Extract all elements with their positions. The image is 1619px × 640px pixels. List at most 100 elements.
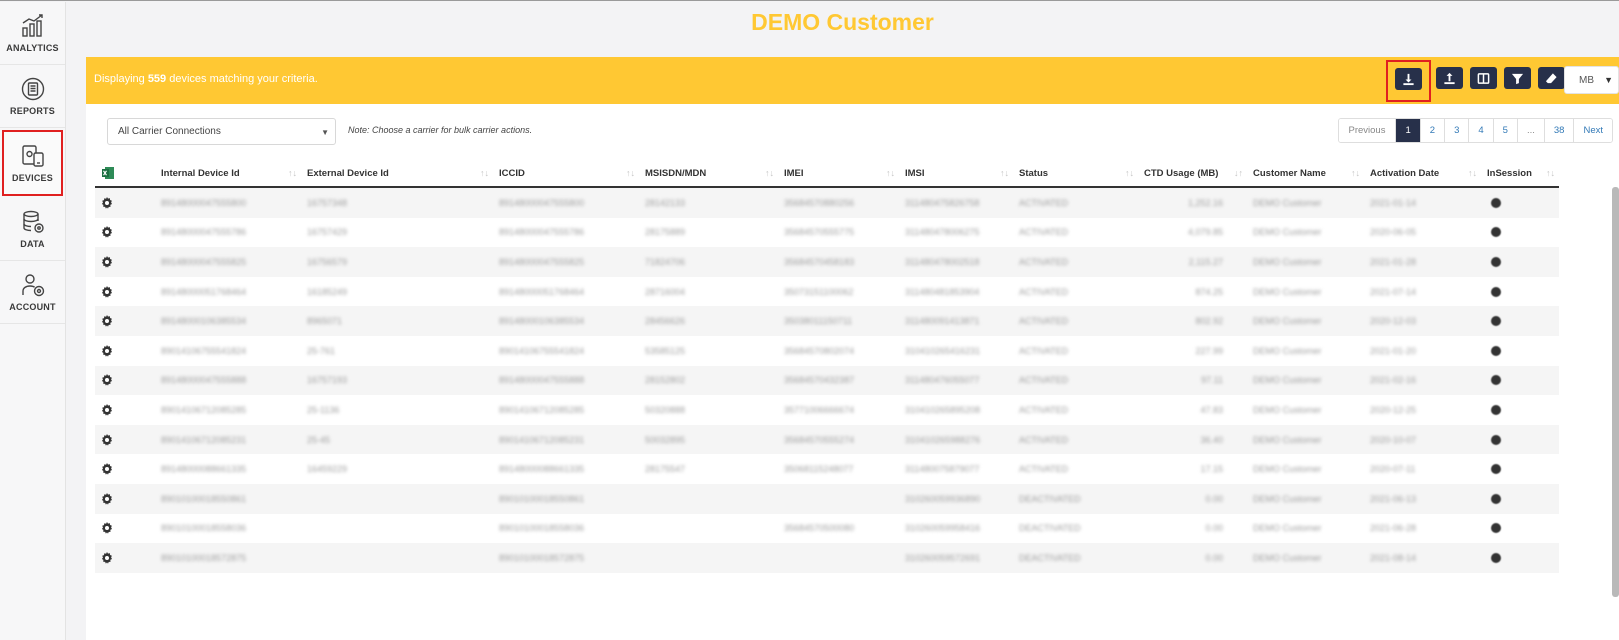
table-cell: 35771006666674: [784, 404, 855, 415]
pagination-page[interactable]: 5: [1493, 119, 1518, 142]
gear-icon[interactable]: [95, 226, 155, 238]
pagination-previous[interactable]: Previous: [1338, 119, 1397, 142]
gear-icon[interactable]: [95, 403, 155, 416]
sort-icon[interactable]: ↑↓: [1468, 168, 1477, 178]
sort-icon[interactable]: ↓↑: [1234, 168, 1243, 178]
table-cell: 89148000088661335: [499, 464, 585, 475]
gear-icon[interactable]: [95, 374, 155, 386]
pagination-page[interactable]: 2: [1420, 119, 1446, 142]
column-header[interactable]: InSession ↑↓: [1481, 159, 1559, 187]
excel-export-icon[interactable]: [95, 159, 155, 187]
column-header[interactable]: External Device Id ↑↓: [301, 159, 493, 187]
sidebar-item-analytics[interactable]: ANALYTICS: [0, 2, 65, 65]
filter-button[interactable]: [1504, 67, 1531, 89]
table-cell: DEMO Customer: [1253, 197, 1322, 208]
table-cell: 2020-12-25: [1370, 404, 1417, 415]
table-cell: 89148000047555786: [499, 227, 585, 238]
pagination-page[interactable]: 3: [1445, 119, 1470, 142]
table-row[interactable]: 89010100018572875 89010100018572875 310260…: [95, 543, 1559, 573]
gear-icon[interactable]: [95, 344, 155, 357]
gear-icon[interactable]: [95, 285, 155, 298]
table-row[interactable]: 89148000106385534 8965071 8914800010638553…: [95, 306, 1559, 336]
column-header[interactable]: IMEI ↑↓: [778, 159, 899, 187]
chart-icon: [21, 14, 43, 37]
table-row[interactable]: 89148000047555800 16757348 891480000475558…: [95, 188, 1559, 218]
gear-icon[interactable]: [95, 433, 155, 446]
table-cell: 35038011150711: [784, 316, 853, 327]
table-cell: DEMO Customer: [1253, 552, 1322, 563]
table-cell: 25-1136: [307, 404, 340, 415]
sort-icon[interactable]: ↑↓: [1546, 168, 1555, 178]
eraser-icon: [1545, 72, 1557, 83]
table-cell: 310260059572691: [905, 552, 981, 563]
carrier-select[interactable]: All Carrier Connections ▼: [107, 118, 336, 145]
gear-icon[interactable]: [95, 255, 155, 268]
table-cell: 2021-01-28: [1370, 256, 1417, 267]
table-cell: 35684570555274: [784, 434, 855, 445]
table-row[interactable]: 89014106712085285 25-1136 8901410671208528…: [95, 395, 1559, 425]
gear-icon[interactable]: [95, 492, 155, 505]
page-title: DEMO Customer: [751, 9, 934, 35]
insession-cell: [1481, 316, 1559, 327]
pagination-page[interactable]: 38: [1544, 119, 1575, 142]
gear-icon[interactable]: [95, 551, 155, 564]
session-status-dot: [1491, 316, 1501, 327]
gear-icon[interactable]: [95, 522, 155, 534]
columns-button[interactable]: [1470, 67, 1497, 89]
units-select[interactable]: MB ▼: [1564, 66, 1619, 94]
gear-icon[interactable]: [95, 196, 155, 209]
table-cell: 89014106712085231: [499, 434, 585, 445]
column-header[interactable]: Activation Date ↑↓: [1364, 159, 1481, 187]
download-button[interactable]: [1395, 68, 1422, 90]
insession-cell: [1481, 404, 1559, 415]
sort-icon[interactable]: ↑↓: [288, 168, 297, 178]
sidebar-item-devices[interactable]: DEVICES: [2, 130, 63, 196]
table-cell: 310410265988276: [905, 434, 981, 445]
sort-icon[interactable]: ↑↓: [1000, 168, 1009, 178]
column-header[interactable]: MSISDN/MDN ↑↓: [639, 159, 778, 187]
table-row[interactable]: 89148000088661335 16459229 891480000886613…: [95, 454, 1559, 484]
column-header[interactable]: Internal Device Id ↑↓: [155, 159, 301, 187]
vertical-scrollbar[interactable]: [1612, 187, 1619, 597]
gear-icon[interactable]: [95, 463, 155, 475]
sort-icon[interactable]: ↑↓: [886, 168, 895, 178]
clear-filters-button[interactable]: [1538, 67, 1565, 89]
column-header[interactable]: IMSI ↑↓: [899, 159, 1013, 187]
sort-icon[interactable]: ↑↓: [1125, 168, 1134, 178]
session-status-dot: [1491, 493, 1501, 504]
table-row[interactable]: 89014106712085231 25-45 89014106712085231 5…: [95, 424, 1559, 455]
upload-button[interactable]: [1436, 67, 1463, 89]
gear-icon[interactable]: [95, 315, 155, 327]
sidebar-item-account[interactable]: ACCOUNT: [0, 261, 65, 324]
table-row[interactable]: 89148000047555888 16757193 891480000475558…: [95, 365, 1559, 396]
table-cell: DEMO Customer: [1253, 434, 1322, 445]
sidebar-item-reports[interactable]: REPORTS: [0, 65, 65, 128]
column-header[interactable]: ICCID ↑↓: [493, 159, 639, 187]
sort-icon[interactable]: ↑↓: [626, 168, 635, 178]
table-row[interactable]: 89010100018558036 89010100018558036 356845…: [95, 514, 1559, 544]
column-header[interactable]: Customer Name ↑↓: [1247, 159, 1364, 187]
table-cell: 16756579: [307, 256, 348, 267]
table-row[interactable]: 89148000047555786 16757429 891480000475557…: [95, 218, 1559, 248]
table-cell: 89148000047555800: [161, 197, 247, 208]
sort-icon[interactable]: ↑↓: [1351, 168, 1360, 178]
pagination-next[interactable]: Next: [1574, 119, 1612, 142]
pagination-page[interactable]: 4: [1469, 119, 1494, 142]
table-cell: DEMO Customer: [1253, 404, 1322, 415]
pagination-page[interactable]: 1: [1396, 119, 1421, 142]
table-cell: 8965071: [307, 316, 343, 327]
column-header[interactable]: CTD Usage (MB) ↓↑: [1138, 159, 1247, 187]
table-row[interactable]: 89010100018550861 89010100018550861 310260…: [95, 483, 1559, 514]
table-cell: 35073151100062: [784, 286, 854, 297]
sort-icon[interactable]: ↑↓: [765, 168, 774, 178]
table-row[interactable]: 89148000051768464 16185249 891480000517684…: [95, 277, 1559, 307]
table-row[interactable]: 89014106755541824 25-761 89014106755541824…: [95, 336, 1559, 366]
sidebar-item-data[interactable]: DATA: [0, 198, 65, 261]
table-cell: 2020-06-05: [1370, 227, 1417, 238]
table-cell: 89014106712085231: [161, 434, 247, 445]
device-count: 559: [147, 73, 167, 85]
pagination-ellipsis: ...: [1517, 119, 1545, 142]
table-row[interactable]: 89148000047555825 16756579 891480000475558…: [95, 247, 1559, 277]
sort-icon[interactable]: ↑↓: [480, 168, 489, 178]
column-header[interactable]: Status ↑↓: [1013, 159, 1138, 187]
